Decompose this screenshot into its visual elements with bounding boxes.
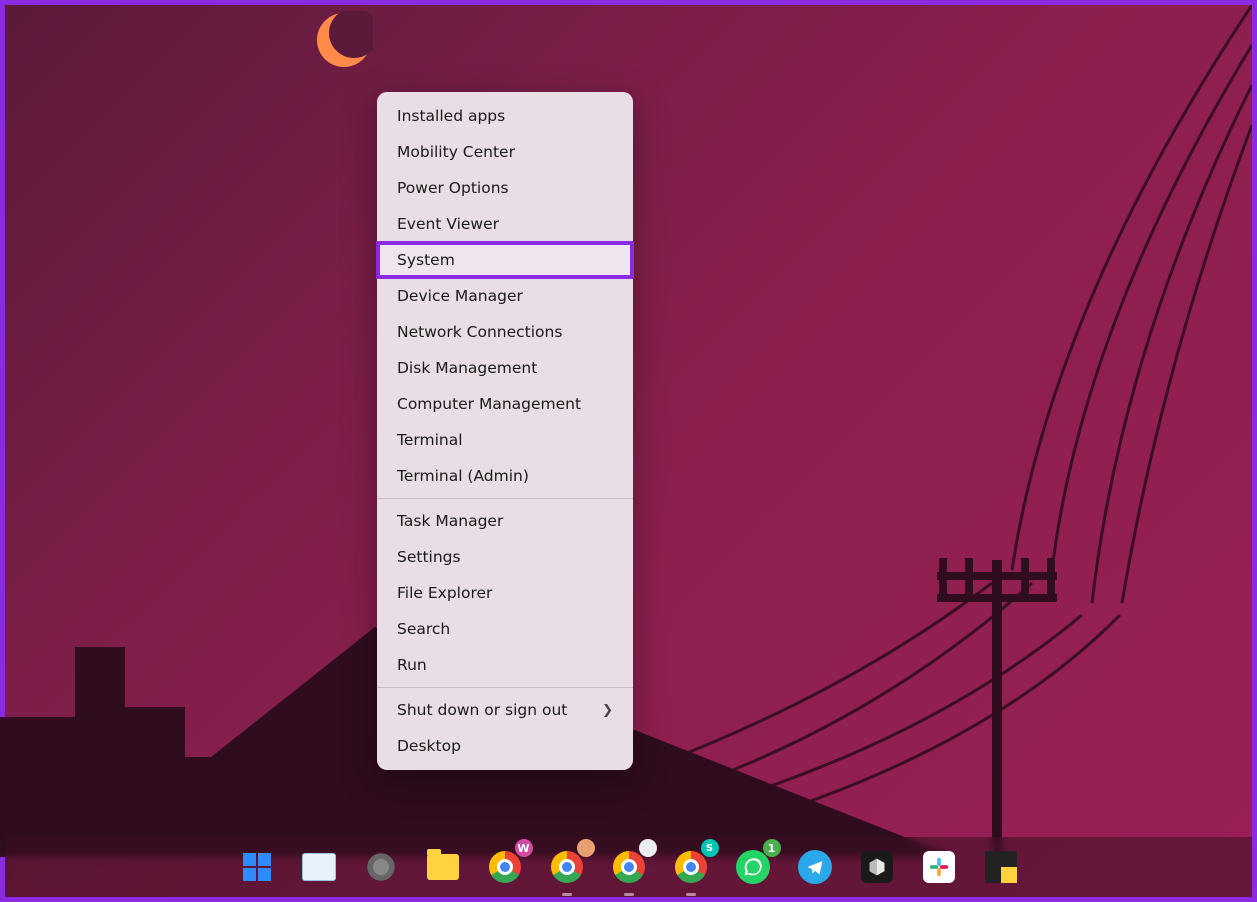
menu-item-label: Terminal [397,431,463,449]
menu-item-desktop[interactable]: Desktop [377,728,633,764]
menu-item-run[interactable]: Run [377,647,633,683]
chrome-profile-badge [639,839,657,857]
taskbar-chrome-4[interactable]: S [671,847,711,887]
menu-item-label: Computer Management [397,395,581,413]
chrome-profile-badge: S [701,839,719,857]
sticky-note-icon [985,851,1017,883]
menu-item-file-explorer[interactable]: File Explorer [377,575,633,611]
taskbar-slack[interactable] [919,847,959,887]
menu-item-label: File Explorer [397,584,492,602]
windows-icon [243,853,271,881]
whatsapp-icon [736,850,770,884]
taskbar-sticky-notes[interactable] [981,847,1021,887]
menu-item-label: Desktop [397,737,461,755]
taskbar-3d-app[interactable] [857,847,897,887]
cube-icon [861,851,893,883]
menu-item-installed-apps[interactable]: Installed apps [377,98,633,134]
wallpaper-moon-icon [315,11,373,69]
menu-item-network-connections[interactable]: Network Connections [377,314,633,350]
telegram-icon [798,850,832,884]
menu-item-shutdown[interactable]: Shut down or sign out ❯ [377,692,633,728]
menu-item-disk-management[interactable]: Disk Management [377,350,633,386]
taskbar-file-explorer[interactable] [423,847,463,887]
running-indicator-icon [562,893,572,896]
menu-item-label: Device Manager [397,287,523,305]
menu-item-device-manager[interactable]: Device Manager [377,278,633,314]
menu-separator [377,687,633,688]
menu-item-label: Mobility Center [397,143,515,161]
running-indicator-icon [624,893,634,896]
menu-item-search[interactable]: Search [377,611,633,647]
chrome-profile-badge [577,839,595,857]
menu-item-event-viewer[interactable]: Event Viewer [377,206,633,242]
menu-item-mobility-center[interactable]: Mobility Center [377,134,633,170]
chrome-icon [675,851,707,883]
menu-item-settings[interactable]: Settings [377,539,633,575]
taskbar-chrome-1[interactable]: W [485,847,525,887]
chrome-icon [613,851,645,883]
menu-item-label: Power Options [397,179,509,197]
menu-item-label: Settings [397,548,461,566]
taskbar-control-panel[interactable] [299,847,339,887]
chrome-icon [551,851,583,883]
chrome-profile-badge: W [515,839,533,857]
taskbar-chrome-3[interactable] [609,847,649,887]
menu-item-label: Shut down or sign out [397,701,567,719]
taskbar-chrome-2[interactable] [547,847,587,887]
taskbar-whatsapp[interactable]: 1 [733,847,773,887]
folder-icon [427,854,459,880]
menu-item-system[interactable]: System [377,242,633,278]
menu-item-computer-management[interactable]: Computer Management [377,386,633,422]
notification-badge: 1 [763,839,781,857]
gear-icon [365,851,397,883]
slack-icon [923,851,955,883]
menu-item-label: Event Viewer [397,215,499,233]
desktop: Installed apps Mobility Center Power Opt… [0,0,1257,902]
winx-menu: Installed apps Mobility Center Power Opt… [377,92,633,770]
menu-item-label: Terminal (Admin) [397,467,529,485]
control-panel-icon [302,853,336,881]
menu-item-terminal-admin[interactable]: Terminal (Admin) [377,458,633,494]
menu-item-label: System [397,251,455,269]
wallpaper-pole-icon [937,560,1057,860]
running-indicator-icon [686,893,696,896]
menu-item-terminal[interactable]: Terminal [377,422,633,458]
start-button[interactable] [237,847,277,887]
menu-item-label: Run [397,656,427,674]
menu-item-label: Installed apps [397,107,505,125]
taskbar-settings-gear[interactable] [361,847,401,887]
menu-item-label: Network Connections [397,323,562,341]
menu-item-label: Disk Management [397,359,537,377]
menu-item-task-manager[interactable]: Task Manager [377,503,633,539]
chevron-right-icon: ❯ [602,703,613,718]
chrome-icon [489,851,521,883]
menu-item-label: Task Manager [397,512,503,530]
menu-separator [377,498,633,499]
menu-item-power-options[interactable]: Power Options [377,170,633,206]
menu-item-label: Search [397,620,450,638]
taskbar: W S 1 [5,837,1252,897]
taskbar-telegram[interactable] [795,847,835,887]
